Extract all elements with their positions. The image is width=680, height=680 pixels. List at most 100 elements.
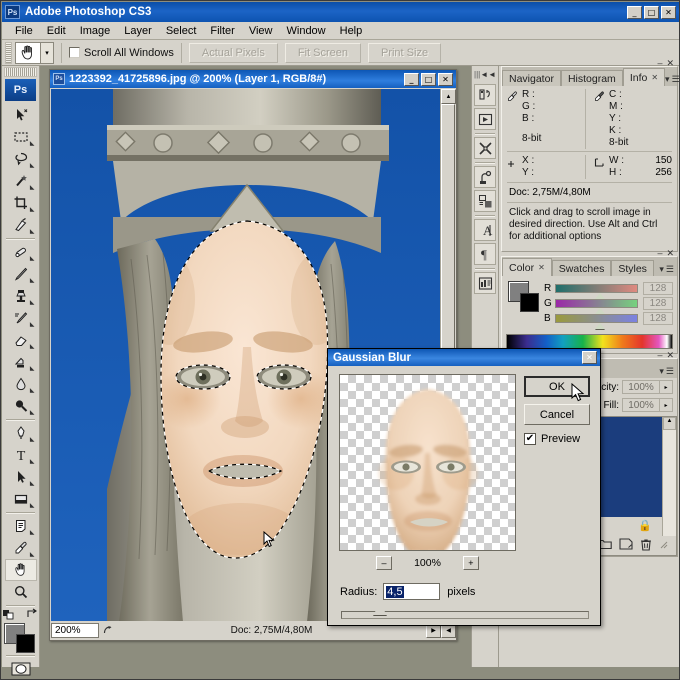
lasso-tool[interactable]: ◣	[5, 148, 37, 170]
collapse-dock-icon[interactable]: ◄◄	[480, 70, 496, 79]
swap-colors-icon[interactable]	[25, 608, 39, 620]
color-panel-menu-button[interactable]: ▾ ☰	[659, 265, 677, 276]
gaussian-blur-preview[interactable]	[339, 374, 516, 551]
tab-info-close-icon[interactable]: ✕	[651, 73, 658, 82]
hand-tool[interactable]	[4, 559, 37, 581]
clone-source-icon[interactable]	[474, 166, 496, 188]
menu-edit[interactable]: Edit	[40, 24, 73, 38]
info-panel-menu-button[interactable]: ▾ ☰	[665, 75, 679, 86]
tab-color-close-icon[interactable]: ✕	[538, 263, 545, 272]
preview-zoom-out-button[interactable]: –	[376, 556, 393, 570]
color-r-slider[interactable]	[555, 284, 638, 299]
zoom-tool[interactable]	[5, 581, 37, 603]
color-g-slider[interactable]	[555, 299, 638, 314]
document-maximize-button[interactable]: □	[421, 72, 436, 86]
color-spectrum-ramp[interactable]	[506, 334, 673, 349]
print-size-button[interactable]: Print Size	[367, 42, 442, 63]
eraser-tool[interactable]: ◣	[5, 329, 37, 351]
character-icon[interactable]: A	[474, 219, 496, 241]
tab-histogram[interactable]: Histogram	[560, 70, 623, 86]
menu-window[interactable]: Window	[280, 24, 333, 38]
paragraph-icon[interactable]: ¶	[474, 243, 496, 265]
scroll-up-arrow[interactable]: ▲	[441, 89, 456, 104]
histogram-icon[interactable]	[474, 272, 496, 294]
brushes-icon[interactable]	[474, 137, 496, 159]
layer-fill-dropdown[interactable]: ▸	[660, 398, 673, 412]
document-close-button[interactable]: ✕	[438, 72, 453, 86]
dock-rail-header[interactable]: ||| ◄◄	[472, 66, 498, 82]
animation-icon[interactable]	[474, 108, 496, 130]
options-bar-grip[interactable]	[5, 41, 12, 64]
color-g-value[interactable]: 128	[643, 297, 673, 310]
menu-view[interactable]: View	[242, 24, 280, 38]
brush-tool[interactable]: ◣	[5, 263, 37, 285]
healing-brush-tool[interactable]: ◣	[5, 241, 37, 263]
gaussian-blur-title-bar[interactable]: Gaussian Blur ✕	[328, 349, 600, 366]
slice-tool[interactable]: ◣	[5, 214, 37, 236]
rectangle-shape-tool[interactable]: ◣	[5, 488, 37, 510]
menu-file[interactable]: File	[8, 24, 40, 38]
magic-wand-tool[interactable]: ◣	[5, 170, 37, 192]
tab-styles[interactable]: Styles	[611, 260, 654, 276]
preview-checkbox-row[interactable]: ✔ Preview	[524, 433, 580, 445]
type-tool[interactable]: T ◣	[5, 444, 37, 466]
menu-filter[interactable]: Filter	[203, 24, 241, 38]
tab-info[interactable]: Info ✕	[622, 68, 666, 86]
preview-checkbox[interactable]: ✔	[524, 433, 536, 445]
info-panel-close-icon[interactable]: ✕	[666, 58, 674, 69]
tab-navigator[interactable]: Navigator	[502, 70, 561, 86]
scroll-all-windows-checkbox[interactable]	[69, 47, 80, 58]
menu-layer[interactable]: Layer	[117, 24, 159, 38]
notes-tool[interactable]: ◣	[5, 515, 37, 537]
gradient-tool[interactable]: ◣	[5, 351, 37, 373]
layer-opacity-dropdown[interactable]: ▸	[660, 380, 673, 394]
layers-resize-grip[interactable]	[659, 540, 668, 552]
tool-preset-dropdown[interactable]: ▾	[41, 41, 54, 64]
hand-tool-icon[interactable]	[15, 41, 41, 64]
background-color-swatch[interactable]	[15, 634, 35, 653]
layers-panel-close-icon[interactable]: ✕	[666, 350, 674, 361]
pen-tool[interactable]: ◣	[5, 422, 37, 444]
quick-mask-icon[interactable]	[5, 658, 37, 679]
document-title-bar[interactable]: Ps 1223392_41725896.jpg @ 200% (Layer 1,…	[50, 70, 456, 88]
preview-zoom-in-button[interactable]: +	[462, 556, 479, 570]
eyedropper-tool[interactable]: ◣	[5, 537, 37, 559]
status-menu-icon[interactable]	[99, 622, 117, 638]
default-colors-icon[interactable]	[2, 608, 17, 620]
move-tool[interactable]	[5, 104, 37, 126]
toolbox-grip[interactable]	[4, 67, 37, 77]
zoom-level-field[interactable]: 200%	[51, 622, 99, 638]
tab-color[interactable]: Color ✕	[502, 258, 552, 276]
cancel-button[interactable]: Cancel	[524, 404, 590, 425]
tab-swatches[interactable]: Swatches	[551, 260, 612, 276]
color-background-swatch[interactable]	[520, 293, 539, 312]
actual-pixels-button[interactable]: Actual Pixels	[188, 42, 278, 63]
minimize-button[interactable]: _	[627, 5, 642, 19]
color-panel-minimize-icon[interactable]: –	[657, 248, 662, 259]
document-minimize-button[interactable]: _	[404, 72, 419, 86]
menu-image[interactable]: Image	[73, 24, 118, 38]
info-panel-minimize-icon[interactable]: –	[657, 58, 662, 69]
color-panel-close-icon[interactable]: ✕	[666, 248, 674, 259]
color-r-value[interactable]: 128	[643, 282, 673, 295]
color-b-value[interactable]: 128	[643, 312, 673, 325]
menu-help[interactable]: Help	[333, 24, 370, 38]
menu-select[interactable]: Select	[159, 24, 204, 38]
radius-slider-thumb[interactable]	[373, 604, 387, 615]
tool-presets-icon[interactable]	[474, 84, 496, 106]
blur-tool[interactable]: ◣	[5, 373, 37, 395]
layer-opacity-field[interactable]: 100%	[622, 380, 660, 394]
gaussian-blur-close-button[interactable]: ✕	[582, 351, 597, 364]
layers-panel-menu-button[interactable]: ▾ ☰	[659, 367, 677, 378]
new-layer-icon[interactable]	[619, 538, 633, 553]
crop-tool[interactable]: ◣	[5, 192, 37, 214]
color-b-slider-thumb[interactable]	[594, 323, 605, 329]
close-button[interactable]: ✕	[661, 5, 676, 19]
radius-input[interactable]: 4,5	[383, 583, 441, 600]
layer-comps-icon[interactable]	[474, 190, 496, 212]
layers-scroll-up-arrow[interactable]: ▲	[663, 417, 676, 430]
layers-panel-minimize-icon[interactable]: –	[657, 350, 662, 361]
history-brush-tool[interactable]: ◣	[5, 307, 37, 329]
delete-layer-icon[interactable]	[640, 538, 652, 554]
path-selection-tool[interactable]: ◣	[5, 466, 37, 488]
